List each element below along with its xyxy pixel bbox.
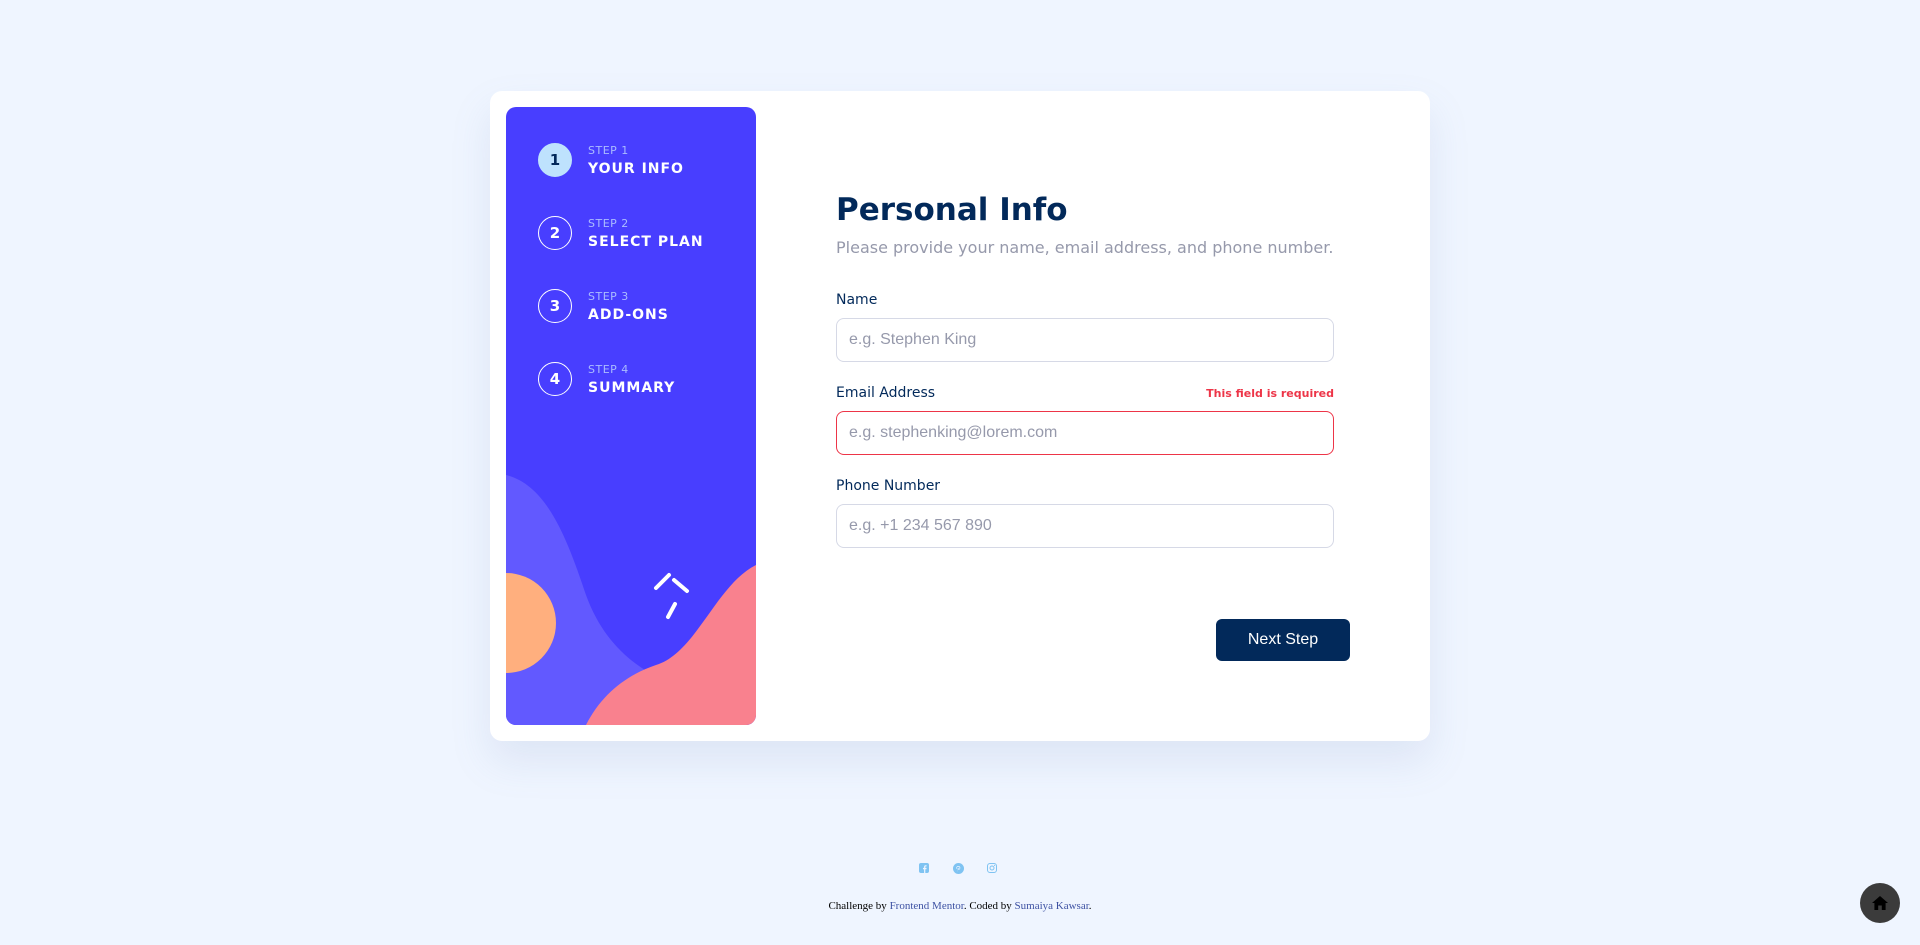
step-caption: STEP 4 [588,362,629,376]
attribution-suffix: . [1088,900,1092,912]
step-caption: STEP 2 [588,216,629,230]
home-icon [1872,896,1888,910]
steps-sidebar: 1 STEP 1 YOUR INFO 2 STEP 2 SELECT PLAN … [506,107,756,725]
home-button[interactable] [1860,883,1900,923]
email-field-group: Email Address This field is required [836,385,1334,455]
page-subtitle: Please provide your name, email address,… [836,238,1334,257]
attribution-challenge-text: Challenge by [828,900,890,912]
instagram-icon[interactable] [986,862,998,874]
page-title: Personal Info [836,192,1068,228]
name-label: Name [836,292,878,308]
step-item-2[interactable]: 2 STEP 2 SELECT PLAN [538,216,704,250]
step-number: 3 [538,289,572,323]
step-caption: STEP 3 [588,289,629,303]
phone-input[interactable] [836,504,1334,548]
pinterest-icon[interactable] [952,862,964,874]
step-number: 4 [538,362,572,396]
step-label: YOUR INFO [588,160,684,177]
author-link[interactable]: Sumaiya Kawsar [1015,900,1089,912]
name-field-group: Name [836,292,1334,362]
facebook-icon[interactable] [918,862,930,874]
attribution-coded-text: . Coded by [963,900,1015,912]
social-links [918,862,998,874]
email-label: Email Address [836,385,936,401]
email-input[interactable] [836,411,1334,455]
step-item-1[interactable]: 1 STEP 1 YOUR INFO [538,143,684,177]
step-number: 1 [538,143,572,177]
step-label: SELECT PLAN [588,233,704,250]
phone-label: Phone Number [836,478,941,494]
step-item-4[interactable]: 4 STEP 4 SUMMARY [538,362,675,396]
frontend-mentor-link[interactable]: Frontend Mentor [890,900,964,912]
phone-field-group: Phone Number [836,478,1334,548]
step-caption: STEP 1 [588,143,629,157]
step-number: 2 [538,216,572,250]
step-item-3[interactable]: 3 STEP 3 ADD-ONS [538,289,669,323]
sidebar-decoration [506,475,756,725]
step-label: ADD-ONS [588,306,669,323]
attribution: Challenge by Frontend Mentor. Coded by S… [0,900,1920,912]
name-input[interactable] [836,318,1334,362]
next-step-button[interactable]: Next Step [1216,619,1350,661]
email-error-message: This field is required [1206,387,1334,400]
step-label: SUMMARY [588,379,676,396]
